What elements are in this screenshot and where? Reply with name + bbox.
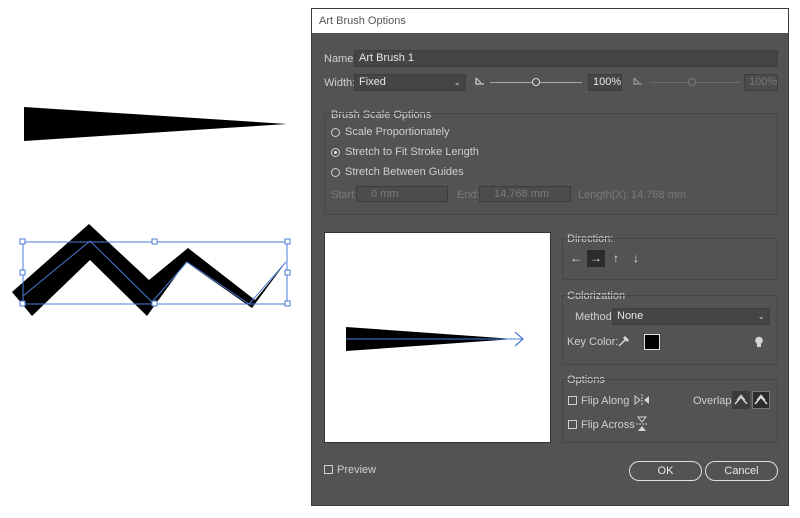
overlap-option-2-button[interactable] bbox=[752, 391, 770, 409]
ok-button[interactable]: OK bbox=[629, 461, 702, 481]
stretch-between-guides-radio[interactable] bbox=[331, 168, 340, 177]
length-value: 14.768 mm bbox=[631, 189, 687, 201]
end-label: End: bbox=[457, 189, 480, 201]
colorization-group bbox=[562, 295, 778, 365]
direction-left-button[interactable]: ← bbox=[567, 250, 585, 267]
flip-across-checkbox[interactable] bbox=[568, 420, 577, 429]
overlap-fold-icon bbox=[754, 394, 768, 405]
stretch-between-guides-label[interactable]: Stretch Between Guides bbox=[345, 166, 464, 178]
brush-preview-art bbox=[346, 327, 524, 351]
selection-handle bbox=[284, 238, 291, 245]
key-color-swatch[interactable] bbox=[644, 334, 660, 350]
art-brush-options-dialog: Art Brush Options Name: Art Brush 1 Widt… bbox=[311, 8, 789, 506]
preview-label[interactable]: Preview bbox=[337, 464, 376, 476]
variation-percent-input[interactable]: 100% bbox=[744, 74, 778, 91]
stretch-to-fit-radio[interactable] bbox=[331, 148, 340, 157]
overlap-option-1-button[interactable] bbox=[732, 391, 750, 409]
width-select-value: Fixed bbox=[359, 76, 386, 88]
end-input[interactable]: 14.768 mm bbox=[479, 186, 571, 202]
pressure-pen-icon bbox=[475, 77, 484, 85]
selection-handle bbox=[151, 300, 158, 307]
canvas-artwork bbox=[12, 107, 291, 316]
overlap-label: Overlap: bbox=[693, 395, 735, 407]
flip-along-label[interactable]: Flip Along bbox=[581, 395, 629, 407]
pressure-pen-icon-disabled bbox=[633, 77, 642, 85]
direction-up-button[interactable]: ↑ bbox=[607, 250, 625, 267]
start-label: Start: bbox=[331, 189, 358, 201]
length-label: Length(X): bbox=[578, 189, 630, 201]
lightbulb-tips-icon[interactable] bbox=[754, 336, 764, 349]
name-input[interactable]: Art Brush 1 bbox=[354, 50, 778, 67]
brush-shape-preview bbox=[24, 107, 287, 141]
overlap-corner-icon bbox=[734, 394, 748, 405]
chevron-down-icon: ⌄ bbox=[757, 311, 765, 321]
brush-preview bbox=[324, 232, 551, 443]
stretch-to-fit-label[interactable]: Stretch to Fit Stroke Length bbox=[345, 146, 479, 158]
width-label: Width: bbox=[324, 77, 356, 89]
selection-handle bbox=[284, 300, 291, 307]
selection-handle bbox=[19, 300, 26, 307]
selection-handle bbox=[19, 269, 26, 276]
method-select[interactable]: None ⌄ bbox=[612, 308, 770, 325]
dialog-title: Art Brush Options bbox=[312, 9, 788, 33]
flip-across-icon bbox=[636, 416, 648, 431]
flip-across-label[interactable]: Flip Across bbox=[581, 419, 635, 431]
zigzag-brush-stroke bbox=[12, 224, 286, 316]
width-slider-thumb[interactable] bbox=[532, 78, 540, 86]
scale-proportionately-label[interactable]: Scale Proportionately bbox=[345, 126, 450, 138]
variation-slider-thumb[interactable] bbox=[688, 78, 696, 86]
scale-proportionately-radio[interactable] bbox=[331, 128, 340, 137]
options-group bbox=[562, 379, 778, 443]
flip-along-checkbox[interactable] bbox=[568, 396, 577, 405]
name-label: Name: bbox=[324, 53, 357, 65]
cancel-button[interactable]: Cancel bbox=[705, 461, 778, 481]
direction-right-button[interactable]: → bbox=[587, 250, 605, 267]
eyedropper-icon[interactable] bbox=[617, 334, 631, 348]
start-input[interactable]: 0 mm bbox=[356, 186, 448, 202]
selection-handle bbox=[151, 238, 158, 245]
flip-along-icon bbox=[634, 394, 649, 406]
method-label: Method: bbox=[575, 311, 615, 323]
selection-handle bbox=[19, 238, 26, 245]
direction-down-button[interactable]: ↓ bbox=[627, 250, 645, 267]
key-color-label: Key Color: bbox=[567, 336, 619, 348]
method-select-value: None bbox=[617, 310, 644, 322]
preview-checkbox[interactable] bbox=[324, 465, 333, 474]
width-select[interactable]: Fixed ⌄ bbox=[354, 74, 466, 91]
chevron-down-icon: ⌄ bbox=[453, 77, 461, 87]
selection-handle bbox=[284, 269, 291, 276]
width-percent-input[interactable]: 100% bbox=[588, 74, 622, 91]
